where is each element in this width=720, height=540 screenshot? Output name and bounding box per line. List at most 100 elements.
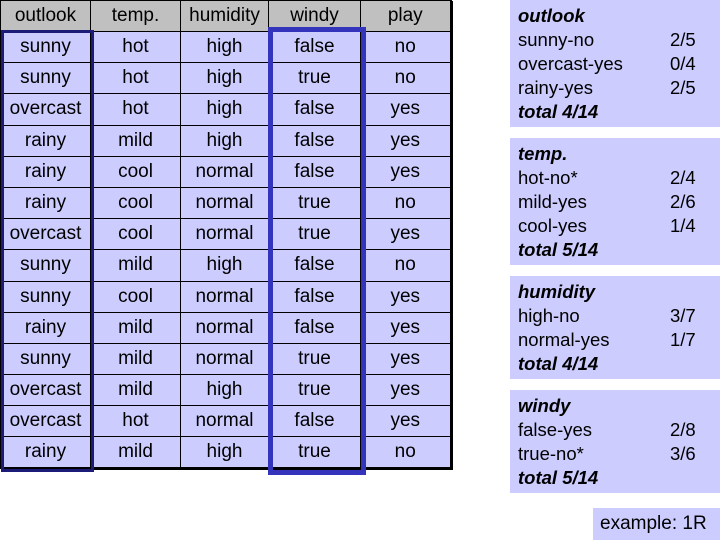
rule-value: 3/6 <box>670 443 696 464</box>
cell-play: no <box>360 62 451 95</box>
rule-label: cool-yes <box>518 215 587 236</box>
cell-temp: cool <box>90 186 181 220</box>
cell-outlook: sunny <box>0 342 91 376</box>
rule-label: normal-yes <box>518 329 610 350</box>
table-header-row: outlook temp. humidity windy play <box>0 0 451 32</box>
rule-row: overcast-yes 0/4 <box>518 52 720 76</box>
table-body: sunny hot high false no sunny hot high true no ove… <box>0 30 451 469</box>
cell-windy: true <box>268 62 361 95</box>
cell-temp: hot <box>90 93 181 126</box>
rule-row: mild-yes 2/6 <box>518 190 720 214</box>
cell-outlook: sunny <box>0 249 91 282</box>
cell-outlook: rainy <box>0 155 91 188</box>
cell-humidity: high <box>180 93 269 126</box>
cell-outlook: overcast <box>0 218 91 251</box>
rule-label: false-yes <box>518 419 593 440</box>
cell-outlook: rainy <box>0 124 91 157</box>
table-row: sunny mild normal true yes <box>0 342 451 376</box>
cell-humidity: high <box>180 436 269 469</box>
cell-humidity: high <box>180 30 269 64</box>
rule-row: rainy-yes 2/5 <box>518 76 720 100</box>
rule-row: false-yes 2/8 <box>518 418 720 442</box>
table-row: overcast cool normal true yes <box>0 218 451 251</box>
cell-outlook: sunny <box>0 30 91 64</box>
rule-label: true-no* <box>518 443 584 464</box>
cell-windy: true <box>268 218 361 251</box>
cell-temp: cool <box>90 218 181 251</box>
rule-label: high-no <box>518 305 580 326</box>
weather-data-table: outlook temp. humidity windy play sunny h… <box>0 0 452 470</box>
cell-outlook: rainy <box>0 311 91 344</box>
cell-windy: false <box>268 311 361 344</box>
cell-humidity: normal <box>180 342 269 376</box>
rule-panel-temp: temp. hot-no* 2/4 mild-yes 2/6 cool-yes 1/4… <box>510 138 720 265</box>
cell-temp: cool <box>90 280 181 313</box>
cell-windy: false <box>268 124 361 157</box>
cell-outlook: overcast <box>0 374 91 407</box>
cell-windy: false <box>268 30 361 64</box>
cell-outlook: sunny <box>0 280 91 313</box>
table-row: rainy cool normal true no <box>0 186 451 220</box>
cell-play: yes <box>360 155 451 188</box>
cell-temp: hot <box>90 62 181 95</box>
cell-temp: mild <box>90 374 181 407</box>
cell-windy: false <box>268 155 361 188</box>
header-windy: windy <box>268 0 361 32</box>
cell-windy: true <box>268 374 361 407</box>
cell-outlook: overcast <box>0 93 91 126</box>
rule-row: hot-no* 2/4 <box>518 166 720 190</box>
table-row: rainy mild high false yes <box>0 124 451 157</box>
table-row: sunny mild high false no <box>0 249 451 282</box>
cell-humidity: high <box>180 374 269 407</box>
rule-row: true-no* 3/6 <box>518 442 720 466</box>
rule-row: sunny-no 2/5 <box>518 28 720 52</box>
cell-humidity: high <box>180 62 269 95</box>
rule-value: 2/5 <box>670 77 696 98</box>
cell-humidity: normal <box>180 405 269 438</box>
cell-windy: false <box>268 93 361 126</box>
header-play: play <box>360 0 451 32</box>
cell-humidity: high <box>180 249 269 282</box>
cell-outlook: rainy <box>0 436 91 469</box>
cell-temp: mild <box>90 249 181 282</box>
cell-outlook: sunny <box>0 62 91 95</box>
cell-temp: cool <box>90 155 181 188</box>
cell-temp: hot <box>90 30 181 64</box>
cell-play: yes <box>360 405 451 438</box>
cell-humidity: normal <box>180 155 269 188</box>
cell-play: no <box>360 30 451 64</box>
rule-label: mild-yes <box>518 191 587 212</box>
cell-play: yes <box>360 374 451 407</box>
cell-outlook: overcast <box>0 405 91 438</box>
rule-label: overcast-yes <box>518 53 623 74</box>
table-row: rainy mild normal false yes <box>0 311 451 344</box>
rule-panel-windy: windy false-yes 2/8 true-no* 3/6 total 5/1… <box>510 390 720 493</box>
cell-play: yes <box>360 124 451 157</box>
cell-play: yes <box>360 342 451 376</box>
cell-humidity: normal <box>180 311 269 344</box>
rule-row: cool-yes 1/4 <box>518 214 720 238</box>
panel-total: total 5/14 <box>518 467 599 488</box>
table-row: overcast hot high false yes <box>0 93 451 126</box>
cell-play: no <box>360 436 451 469</box>
header-temp: temp. <box>90 0 181 32</box>
table-row: rainy cool normal false yes <box>0 155 451 188</box>
panel-total: total 5/14 <box>518 239 599 260</box>
table-row: sunny cool normal false yes <box>0 280 451 313</box>
panel-total: total 4/14 <box>518 101 599 122</box>
panel-total: total 4/14 <box>518 353 599 374</box>
rule-value: 2/5 <box>670 29 696 50</box>
rule-value: 2/8 <box>670 419 696 440</box>
header-humidity: humidity <box>180 0 269 32</box>
example-label: example: 1R <box>593 508 720 540</box>
rule-value: 1/7 <box>670 329 696 350</box>
cell-play: no <box>360 186 451 220</box>
cell-temp: mild <box>90 124 181 157</box>
rule-value: 2/6 <box>670 191 696 212</box>
cell-humidity: normal <box>180 186 269 220</box>
cell-outlook: rainy <box>0 186 91 220</box>
table-row: sunny hot high true no <box>0 62 451 95</box>
table-row: rainy mild high true no <box>0 436 451 469</box>
cell-windy: true <box>268 342 361 376</box>
panel-title: humidity <box>518 281 596 302</box>
